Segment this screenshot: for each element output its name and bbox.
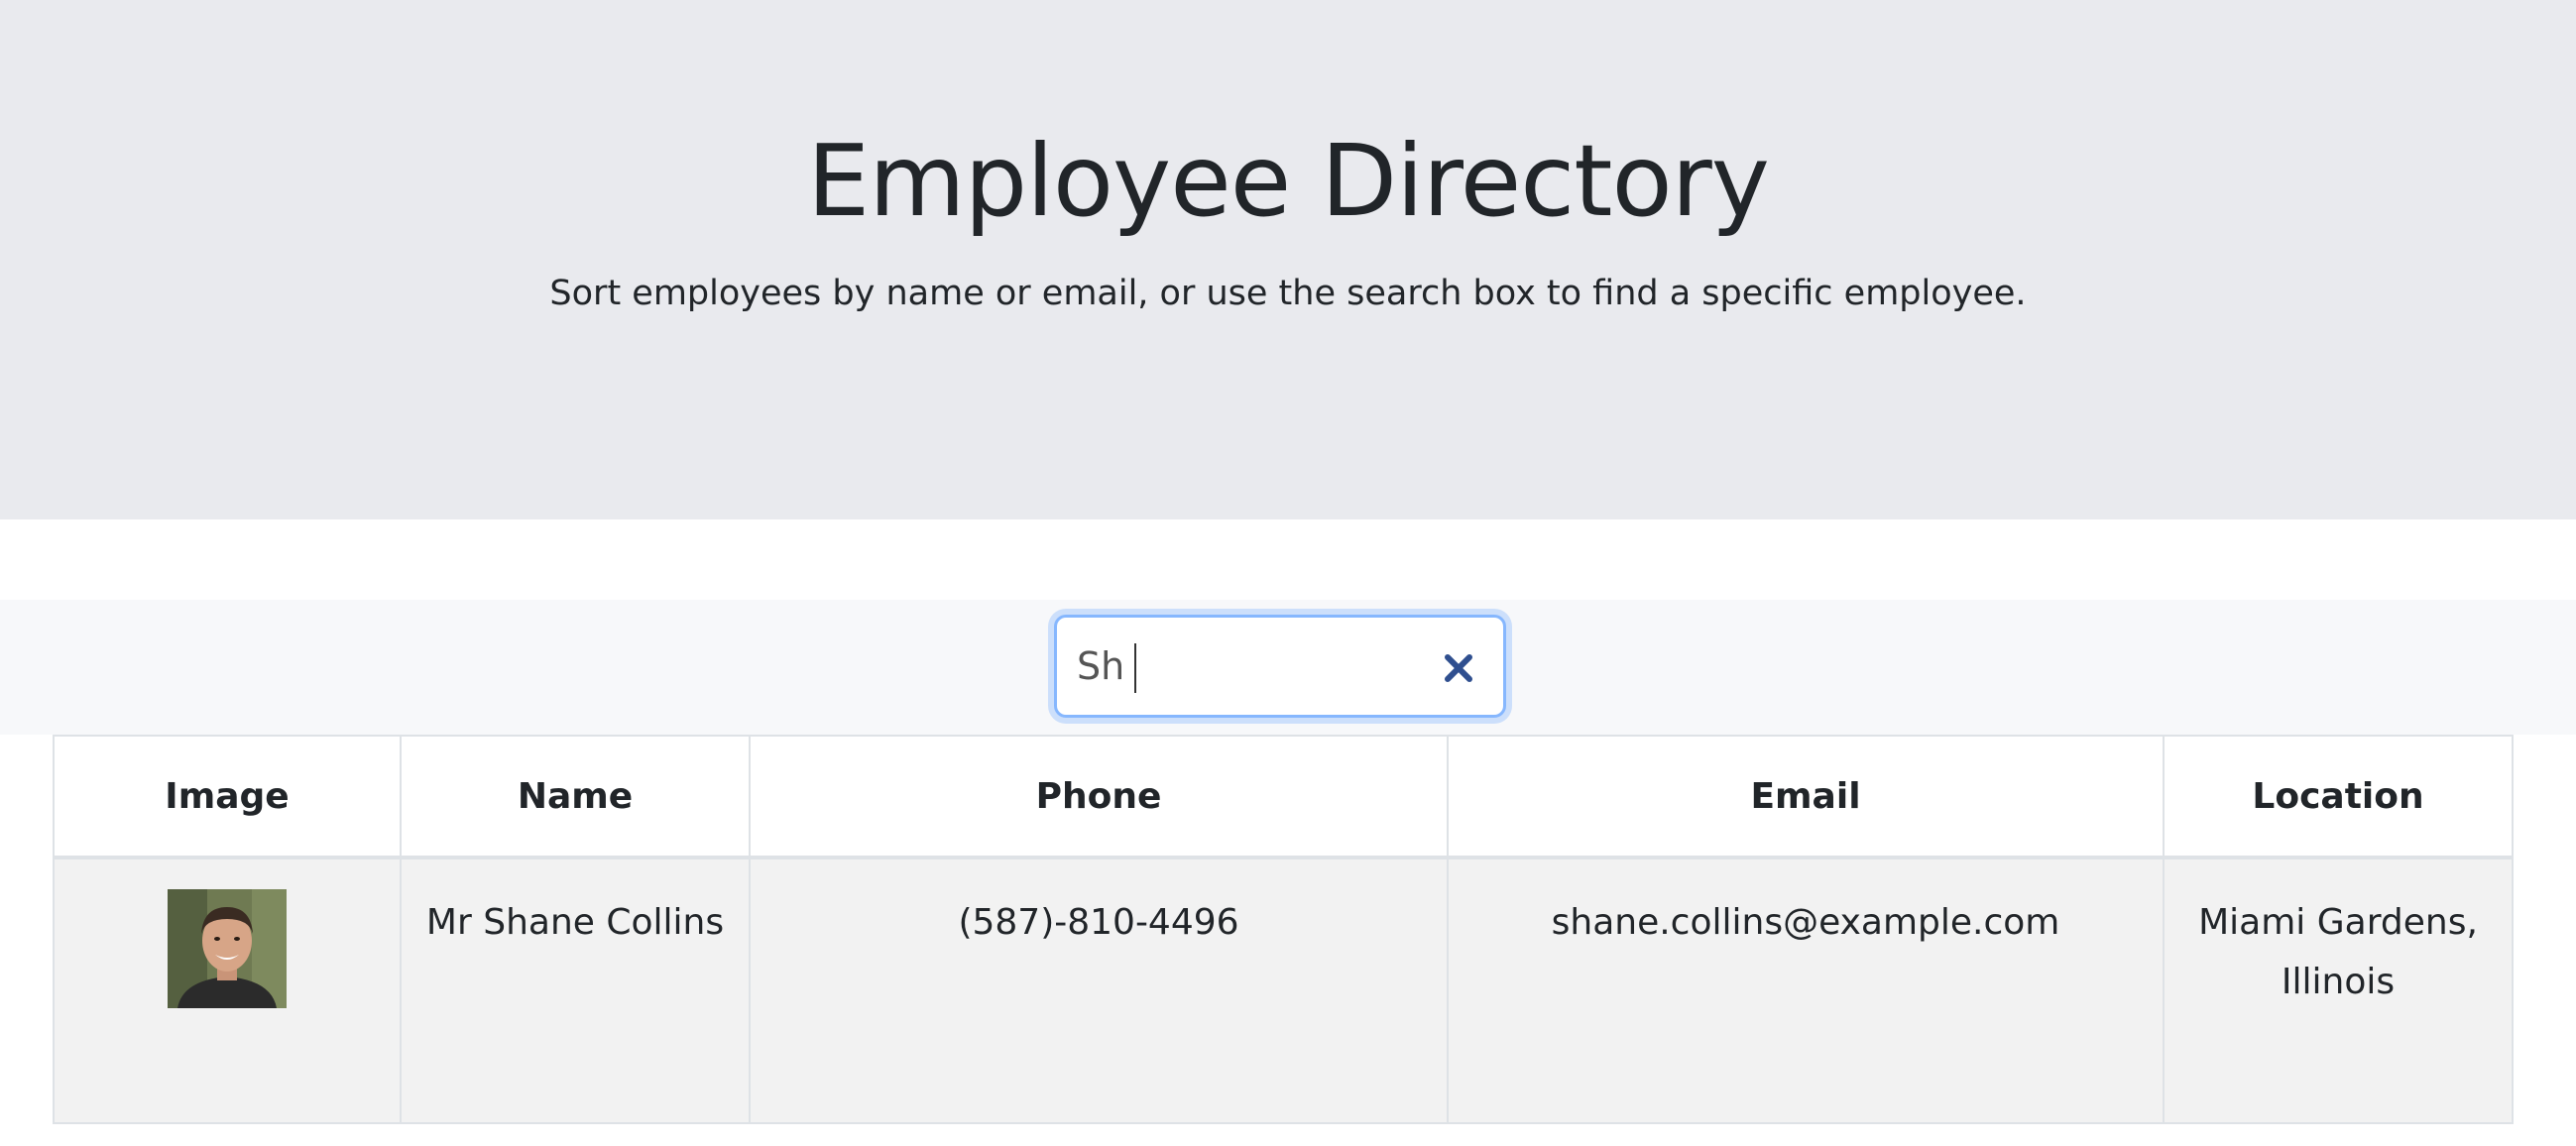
close-icon[interactable] xyxy=(1434,643,1483,693)
table-header-row: Image Name Phone Email Location xyxy=(53,735,2514,860)
employee-name: Mr Shane Collins xyxy=(400,857,751,1124)
column-header-name[interactable]: Name xyxy=(400,735,751,860)
column-header-location: Location xyxy=(2163,735,2514,860)
page-subtitle: Sort employees by name or email, or use … xyxy=(549,274,2027,313)
column-header-image: Image xyxy=(53,735,402,860)
text-caret xyxy=(1134,643,1136,693)
search-field[interactable] xyxy=(1054,615,1506,718)
employee-email: shane.collins@example.com xyxy=(1447,857,2165,1124)
table-row: Mr Shane Collins (587)-810-4496 shane.co… xyxy=(53,857,2514,1124)
page-header: Employee Directory Sort employees by nam… xyxy=(0,0,2576,519)
column-header-email[interactable]: Email xyxy=(1447,735,2165,860)
employee-location: Miami Gardens, Illinois xyxy=(2163,857,2514,1124)
search-input[interactable] xyxy=(1077,631,1414,701)
employee-phone: (587)-810-4496 xyxy=(749,857,1449,1124)
page-title: Employee Directory xyxy=(807,123,1770,239)
employee-table: Image Name Phone Email Location Mr Shane… xyxy=(53,735,2514,1124)
avatar xyxy=(168,889,287,1008)
column-header-phone: Phone xyxy=(749,735,1449,860)
image-cell xyxy=(53,857,402,1124)
